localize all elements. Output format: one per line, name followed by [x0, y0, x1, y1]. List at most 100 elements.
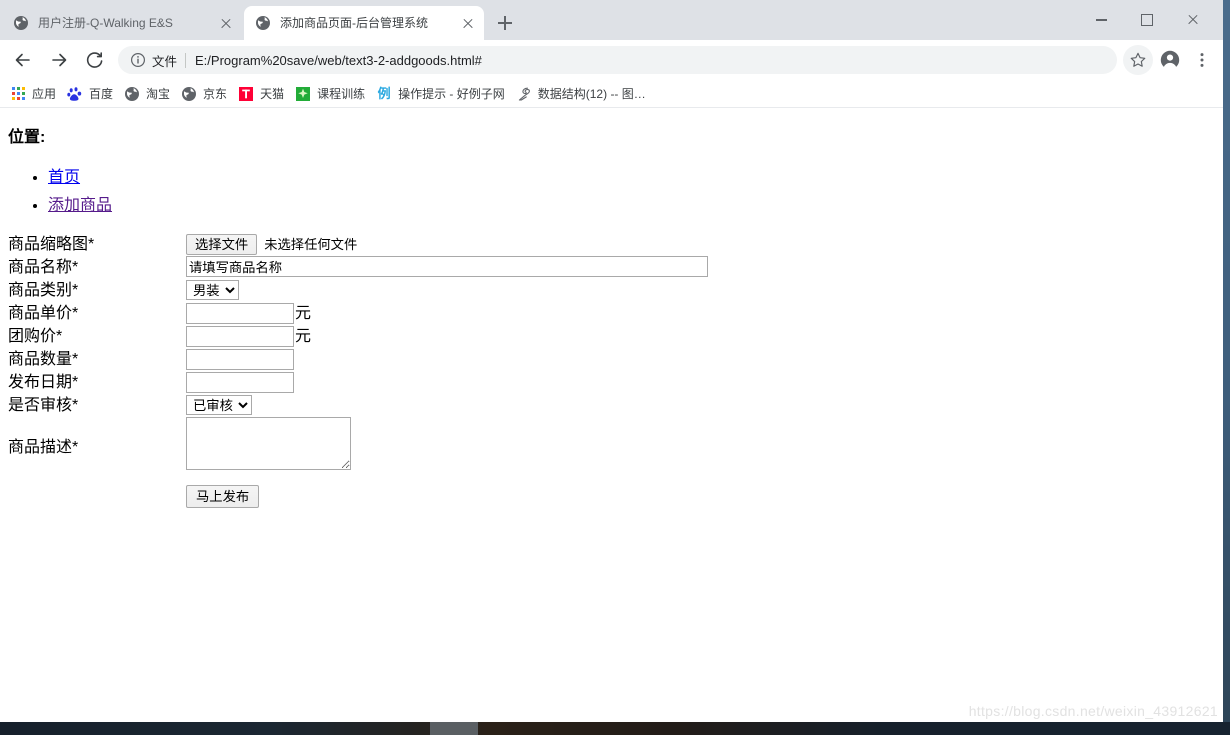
- form-row-group-price: 团购价* 元: [8, 325, 708, 348]
- form-row-submit: 马上发布: [8, 477, 708, 508]
- address-bar[interactable]: 文件 E:/Program%20save/web/text3-2-addgood…: [118, 46, 1117, 74]
- globe-icon: [181, 86, 197, 102]
- info-circle-icon[interactable]: [130, 52, 146, 68]
- close-icon[interactable]: [218, 15, 234, 31]
- label-quantity: 商品数量*: [8, 351, 79, 368]
- form-row-thumbnail: 商品缩略图* 选择文件 未选择任何文件: [8, 233, 708, 256]
- close-icon[interactable]: [460, 15, 476, 31]
- os-taskbar: [0, 722, 1230, 735]
- audit-select[interactable]: 已审核: [186, 395, 252, 415]
- close-window-button[interactable]: [1170, 0, 1216, 40]
- page-viewport: 位置: 首页 添加商品 商品缩略图* 选择文件 未选择任何文件: [0, 109, 1223, 722]
- bookmark-label: 百度: [89, 87, 114, 101]
- form-row-quantity: 商品数量*: [8, 348, 708, 371]
- browser-tab-2[interactable]: 添加商品页面-后台管理系统: [244, 6, 484, 40]
- form-row-publish-date: 发布日期*: [8, 371, 708, 394]
- file-status-text: 未选择任何文件: [264, 237, 358, 252]
- form-row-unit-price: 商品单价* 元: [8, 302, 708, 325]
- green-sparkle-icon: [295, 86, 311, 102]
- reload-button[interactable]: [80, 45, 110, 75]
- category-select[interactable]: 男装: [186, 280, 239, 300]
- group-price-input[interactable]: [186, 326, 294, 347]
- page-title: 位置:: [8, 129, 46, 146]
- label-publish-date: 发布日期*: [8, 374, 79, 391]
- bookmark-label: 京东: [203, 87, 228, 101]
- browser-toolbar: 文件 E:/Program%20save/web/text3-2-addgood…: [0, 40, 1223, 80]
- bookmark-label: 课程训练: [317, 87, 366, 101]
- pen-icon: [516, 86, 532, 102]
- unit-label-yuan: 元: [295, 305, 312, 322]
- label-group-price: 团购价*: [8, 328, 63, 345]
- bookmark-taobao[interactable]: 淘宝: [121, 83, 176, 105]
- form-row-product-name: 商品名称*: [8, 256, 708, 279]
- page-body: 位置: 首页 添加商品 商品缩略图* 选择文件 未选择任何文件: [0, 109, 1223, 516]
- globe-icon: [255, 15, 271, 31]
- label-description: 商品描述*: [8, 438, 79, 456]
- baidu-paw-icon: [67, 86, 83, 102]
- minimize-button[interactable]: [1078, 0, 1124, 40]
- tab-strip: 用户注册-Q-Walking E&S 添加商品页面-后台管理系统: [0, 0, 1223, 40]
- bookmark-label: 应用: [32, 87, 57, 101]
- bookmark-apps[interactable]: 应用: [7, 83, 62, 105]
- browser-tab-1-title: 用户注册-Q-Walking E&S: [38, 16, 173, 30]
- form-row-category: 商品类别* 男装: [8, 279, 708, 302]
- globe-icon: [124, 86, 140, 102]
- unit-price-input[interactable]: [186, 303, 294, 324]
- submit-row-spacer: [8, 477, 186, 508]
- new-tab-button[interactable]: [492, 10, 518, 36]
- product-name-input[interactable]: [186, 256, 708, 277]
- choose-file-button[interactable]: 选择文件: [186, 234, 258, 255]
- thumbnail-file-input[interactable]: 选择文件 未选择任何文件: [186, 233, 357, 256]
- apps-grid-icon: [10, 86, 26, 102]
- unit-label-yuan: 元: [295, 328, 312, 345]
- example-li-icon: 例: [377, 85, 391, 101]
- publish-button[interactable]: 马上发布: [186, 485, 260, 508]
- list-item: 添加商品: [48, 191, 1215, 215]
- add-goods-form: 商品缩略图* 选择文件 未选择任何文件 商品名称* 商品类别*: [8, 233, 708, 508]
- star-icon[interactable]: [1123, 45, 1153, 75]
- forward-button[interactable]: [44, 45, 74, 75]
- toolbar-right-actions: [1123, 45, 1223, 75]
- globe-icon: [13, 15, 29, 31]
- breadcrumb: 首页 添加商品: [8, 163, 1215, 215]
- form-row-audit: 是否审核* 已审核: [8, 394, 708, 417]
- quantity-input[interactable]: [186, 349, 294, 370]
- window-controls: [1078, 0, 1216, 40]
- url-scheme-label: 文件: [152, 54, 178, 69]
- publish-date-input[interactable]: [186, 372, 294, 393]
- browser-tab-1[interactable]: 用户注册-Q-Walking E&S: [2, 6, 242, 40]
- breadcrumb-link-home[interactable]: 首页: [48, 169, 80, 186]
- browser-window: 用户注册-Q-Walking E&S 添加商品页面-后台管理系统 文件 E:/P…: [0, 0, 1230, 735]
- arrow-right-icon: [52, 53, 67, 67]
- bookmark-label: 数据结构(12) -- 图…: [537, 87, 646, 101]
- bookmark-tmall[interactable]: 天猫: [235, 83, 290, 105]
- form-row-description: 商品描述*: [8, 417, 708, 477]
- label-thumbnail: 商品缩略图*: [8, 236, 95, 253]
- bookmark-jd[interactable]: 京东: [178, 83, 233, 105]
- bookmark-data-structure[interactable]: 数据结构(12) -- 图…: [513, 83, 652, 105]
- reload-icon: [86, 52, 103, 68]
- bookmark-course-training[interactable]: 课程训练: [292, 83, 371, 105]
- label-unit-price: 商品单价*: [8, 305, 79, 322]
- taskbar-active-item[interactable]: [430, 722, 478, 735]
- label-product-name: 商品名称*: [8, 259, 79, 276]
- desktop-edge-strip: [1223, 0, 1230, 722]
- bookmark-label: 操作提示 - 好例子网: [398, 87, 505, 101]
- back-button[interactable]: [8, 45, 38, 75]
- breadcrumb-link-add-goods[interactable]: 添加商品: [48, 197, 112, 214]
- maximize-button[interactable]: [1124, 0, 1170, 40]
- account-avatar-icon[interactable]: [1155, 45, 1185, 75]
- list-item: 首页: [48, 163, 1215, 187]
- bookmark-baidu[interactable]: 百度: [64, 83, 119, 105]
- label-category: 商品类别*: [8, 282, 79, 299]
- browser-tab-2-title: 添加商品页面-后台管理系统: [280, 16, 428, 30]
- bookmark-label: 天猫: [260, 87, 285, 101]
- omnibox-divider: [185, 52, 187, 68]
- bookmarks-bar: 应用 百度 淘宝 京东 天猫 课程训练 例 操作提示 - 好例子网 数据结构(1…: [0, 80, 1223, 108]
- label-audit: 是否审核*: [8, 397, 79, 414]
- bookmark-haolizi[interactable]: 例 操作提示 - 好例子网: [373, 83, 511, 105]
- tmall-t-icon: [238, 86, 254, 102]
- description-textarea[interactable]: [186, 417, 351, 470]
- bookmark-label: 淘宝: [146, 87, 171, 101]
- three-dot-menu-icon[interactable]: [1187, 45, 1217, 75]
